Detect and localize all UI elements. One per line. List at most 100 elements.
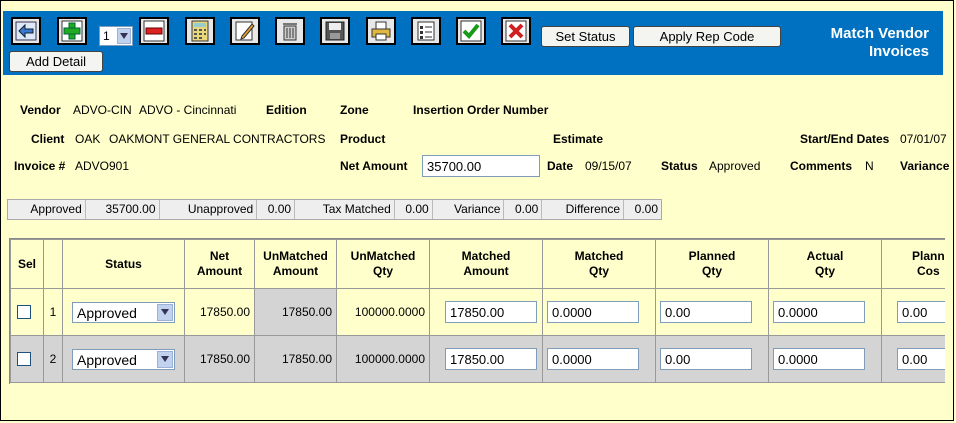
trash-icon[interactable]	[275, 17, 305, 45]
actual-qty-input[interactable]: 0.0000	[773, 348, 865, 370]
client-name: OAKMONT GENERAL CONTRACTORS	[109, 132, 326, 146]
difference-value: 0.00	[634, 202, 658, 216]
col-header-net-amount[interactable]: Net Amount	[184, 239, 255, 289]
client-code: OAK	[75, 132, 101, 146]
client-label: Client	[31, 132, 65, 146]
print-icon[interactable]	[366, 17, 396, 45]
set-status-button[interactable]: Set Status	[541, 26, 630, 47]
net-amount-label: Net Amount	[340, 159, 408, 173]
checklist-icon[interactable]	[411, 17, 441, 45]
status-value: Approved	[709, 159, 761, 173]
comments-label: Comments	[790, 159, 853, 173]
insertion-order-label: Insertion Order Number	[413, 103, 549, 117]
unapproved-label: Unapproved	[160, 200, 258, 219]
matched-amount-input[interactable]: 17850.00	[445, 301, 537, 323]
matched-qty-input[interactable]: 0.0000	[547, 348, 639, 370]
edition-label: Edition	[266, 103, 307, 117]
row-checkbox[interactable]	[17, 352, 31, 366]
status-select[interactable]: Approved	[72, 301, 175, 323]
start-end-dates-label: Start/End Dates	[800, 132, 890, 146]
col-header-status[interactable]: Status	[62, 239, 185, 289]
chevron-down-icon	[117, 28, 131, 44]
edit-icon[interactable]	[230, 17, 260, 45]
remove-icon[interactable]	[139, 17, 169, 45]
net-amount-field[interactable]: 35700.00	[422, 155, 540, 177]
add-detail-button[interactable]: Add Detail	[9, 51, 103, 72]
unmatched-qty-cell: 100000.0000	[336, 335, 430, 383]
variance-label: Variance	[433, 200, 505, 219]
date-label: Date	[547, 159, 574, 173]
planned-qty-input[interactable]: 0.00	[660, 301, 752, 323]
calculator-icon[interactable]	[185, 17, 215, 45]
comments-value: N	[865, 159, 874, 173]
table-row: 1 Approved 17850.00 17850.00 100000.0000…	[10, 288, 945, 336]
invoice-label: Invoice #	[14, 159, 66, 173]
matched-amount-cell: 17850.00	[429, 335, 543, 383]
col-header-planned-cost[interactable]: Plann Cos	[881, 239, 945, 289]
col-header-sel[interactable]: Sel	[10, 239, 44, 289]
col-header-row-num	[43, 239, 63, 289]
actual-qty-input[interactable]: 0.0000	[773, 301, 865, 323]
col-header-unmatched-qty[interactable]: UnMatched Qty	[336, 239, 430, 289]
row-status-cell: Approved	[62, 335, 185, 383]
unmatched-qty-cell: 100000.0000	[336, 288, 430, 336]
product-label: Product	[340, 132, 386, 146]
table-row: 2 Approved 17850.00 17850.00 100000.0000…	[10, 335, 945, 383]
actual-qty-cell: 0.0000	[768, 335, 882, 383]
unmatched-amount-cell: 17850.00	[254, 288, 337, 336]
net-amount-cell: 17850.00	[184, 288, 255, 336]
row-number: 2	[43, 335, 63, 383]
cancel-icon[interactable]	[501, 17, 531, 45]
page-title: Match Vendor Invoices	[830, 25, 929, 60]
status-select[interactable]: Approved	[72, 348, 175, 370]
col-header-planned-qty[interactable]: Planned Qty	[655, 239, 769, 289]
checkmark-icon[interactable]	[456, 17, 486, 45]
row-select-cell	[10, 335, 44, 383]
grid-header-row: Sel Status Net Amount UnMatched Amount UnM…	[10, 239, 945, 289]
planned-cost-cell: 0.00	[881, 335, 945, 383]
net-amount-cell: 17850.00	[184, 335, 255, 383]
status-label: Status	[661, 159, 698, 173]
back-icon[interactable]	[11, 17, 41, 45]
variance-value: 0.00	[504, 200, 543, 219]
row-checkbox[interactable]	[17, 305, 31, 319]
matched-qty-input[interactable]: 0.0000	[547, 301, 639, 323]
tax-matched-label: Tax Matched	[295, 200, 395, 219]
difference-label: Difference	[542, 200, 625, 219]
invoice-number: ADVO901	[75, 159, 130, 173]
start-end-dates-value: 07/01/07	[900, 132, 947, 146]
apply-rep-code-button[interactable]: Apply Rep Code	[633, 26, 781, 47]
unapproved-value: 0.00	[257, 200, 296, 219]
matched-qty-cell: 0.0000	[542, 335, 656, 383]
chevron-down-icon	[157, 350, 173, 368]
actual-qty-cell: 0.0000	[768, 288, 882, 336]
row-select-cell	[10, 288, 44, 336]
col-header-matched-qty[interactable]: Matched Qty	[542, 239, 656, 289]
chevron-down-icon	[157, 303, 173, 321]
col-header-unmatched-amount[interactable]: UnMatched Amount	[254, 239, 337, 289]
planned-cost-cell: 0.00	[881, 288, 945, 336]
matched-amount-cell: 17850.00	[429, 288, 543, 336]
vendor-code: ADVO-CIN	[73, 103, 132, 117]
unmatched-amount-cell: 17850.00	[254, 335, 337, 383]
matched-qty-cell: 0.0000	[542, 288, 656, 336]
row-count-select[interactable]: 1	[99, 26, 133, 46]
planned-cost-input[interactable]: 0.00	[897, 301, 945, 323]
vendor-label: Vendor	[20, 103, 61, 117]
approved-label: Approved	[8, 200, 86, 219]
col-header-actual-qty[interactable]: Actual Qty	[768, 239, 882, 289]
zone-label: Zone	[340, 103, 369, 117]
matched-amount-input[interactable]: 17850.00	[445, 348, 537, 370]
toolbar: 1 Set Status Apply Rep Code Add Detail M…	[3, 11, 943, 75]
invoice-detail-grid: Sel Status Net Amount UnMatched Amount UnM…	[9, 238, 945, 384]
col-header-matched-amount[interactable]: Matched Amount	[429, 239, 543, 289]
estimate-label: Estimate	[553, 132, 604, 146]
planned-cost-input[interactable]: 0.00	[897, 348, 945, 370]
save-icon[interactable]	[320, 17, 350, 45]
date-value: 09/15/07	[585, 159, 632, 173]
add-icon[interactable]	[57, 17, 87, 45]
approved-value: 35700.00	[86, 200, 160, 219]
planned-qty-cell: 0.00	[655, 335, 769, 383]
planned-qty-input[interactable]: 0.00	[660, 348, 752, 370]
variance-header-label: Variance	[900, 159, 950, 173]
